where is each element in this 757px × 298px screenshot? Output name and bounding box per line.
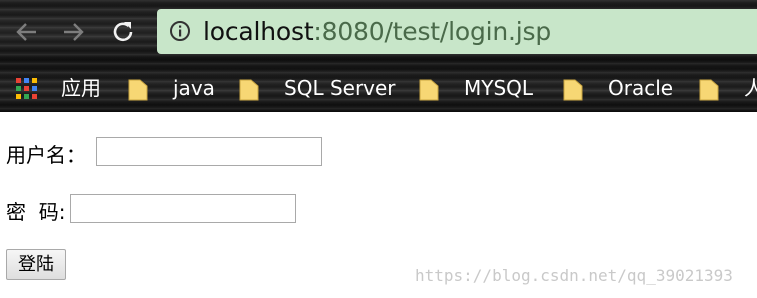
info-icon[interactable] xyxy=(169,20,191,42)
bookmarks-bar: 应用 java SQL Server MYSQL Oracle 人 xyxy=(0,66,757,110)
bookmark-sql-server[interactable]: SQL Server xyxy=(284,66,396,110)
address-bar[interactable]: localhost:8080/test/login.jsp xyxy=(157,9,757,54)
folder-icon xyxy=(699,79,719,101)
back-arrow-icon xyxy=(16,23,36,41)
bookmark-java[interactable]: java xyxy=(173,66,215,110)
forward-button[interactable] xyxy=(58,16,88,48)
folder-icon xyxy=(128,79,148,101)
folder-icon xyxy=(419,79,439,101)
username-label: 用户名： xyxy=(6,143,86,167)
navigation-bar: localhost:8080/test/login.jsp xyxy=(0,0,757,64)
username-input[interactable] xyxy=(96,137,322,166)
password-label: 密 码: xyxy=(6,200,66,224)
login-button[interactable]: 登陆 xyxy=(6,249,66,280)
url-host: localhost xyxy=(203,17,314,46)
back-button[interactable] xyxy=(12,16,42,48)
url-text: localhost:8080/test/login.jsp xyxy=(203,9,551,54)
watermark-text: https://blog.csdn.net/qq_39021393 xyxy=(415,266,733,285)
url-path: :8080/test/login.jsp xyxy=(313,17,552,46)
bookmark-truncated[interactable]: 人 xyxy=(744,66,757,110)
bookmark-mysql[interactable]: MYSQL xyxy=(464,66,533,110)
browser-chrome: localhost:8080/test/login.jsp 应用 java SQ… xyxy=(0,0,757,112)
reload-icon xyxy=(113,22,133,42)
forward-arrow-icon xyxy=(64,23,84,41)
bookmark-apps[interactable]: 应用 xyxy=(61,66,101,110)
folder-icon xyxy=(563,79,583,101)
bookmark-oracle[interactable]: Oracle xyxy=(608,66,673,110)
reload-button[interactable] xyxy=(108,16,138,48)
folder-icon xyxy=(239,79,259,101)
password-input[interactable] xyxy=(70,194,296,223)
apps-grid-icon[interactable] xyxy=(16,78,38,100)
